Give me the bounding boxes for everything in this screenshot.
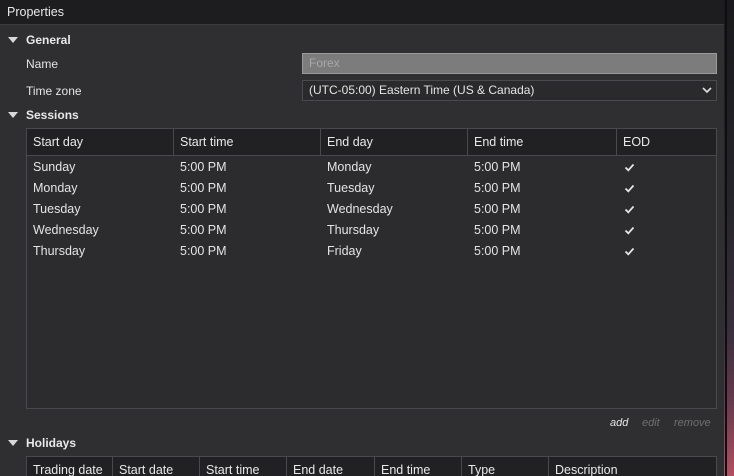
column-header-eod[interactable]: EOD bbox=[617, 129, 718, 156]
add-session-link[interactable]: add bbox=[610, 416, 628, 430]
column-header-start-day[interactable]: Start day bbox=[27, 129, 174, 156]
section-general-header[interactable]: General bbox=[0, 31, 71, 49]
panel-title: Properties bbox=[0, 0, 724, 25]
holidays-grid[interactable]: Trading date Start date Start time End d… bbox=[26, 456, 717, 476]
remove-session-link[interactable]: remove bbox=[674, 416, 711, 430]
table-row[interactable]: Monday 5:00 PM Tuesday 5:00 PM bbox=[27, 178, 716, 199]
collapse-triangle-icon[interactable] bbox=[8, 37, 18, 43]
sessions-grid[interactable]: Start day Start time End day End time EO… bbox=[26, 128, 717, 409]
column-header-start-time[interactable]: Start time bbox=[174, 129, 321, 156]
table-row[interactable]: Tuesday 5:00 PM Wednesday 5:00 PM bbox=[27, 199, 716, 220]
column-header-end-time[interactable]: End time bbox=[375, 457, 462, 476]
cell-end-day: Friday bbox=[327, 244, 362, 258]
edit-session-link[interactable]: edit bbox=[642, 416, 660, 430]
column-header-end-time[interactable]: End time bbox=[468, 129, 617, 156]
column-header-start-date[interactable]: Start date bbox=[113, 457, 200, 476]
cell-start-time: 5:00 PM bbox=[180, 181, 227, 195]
timezone-label: Time zone bbox=[26, 84, 82, 98]
collapse-triangle-icon[interactable] bbox=[8, 112, 18, 118]
column-header-trading-date[interactable]: Trading date bbox=[27, 457, 113, 476]
section-sessions-header[interactable]: Sessions bbox=[0, 106, 79, 124]
sessions-grid-header: Start day Start time End day End time EO… bbox=[27, 129, 716, 156]
section-holidays-label: Holidays bbox=[26, 436, 77, 450]
cell-start-time: 5:00 PM bbox=[180, 202, 227, 216]
cell-end-time: 5:00 PM bbox=[474, 202, 521, 216]
window-edge-line bbox=[725, 0, 727, 476]
timezone-select[interactable]: (UTC-05:00) Eastern Time (US & Canada) bbox=[302, 80, 717, 101]
table-row[interactable]: Sunday 5:00 PM Monday 5:00 PM bbox=[27, 157, 716, 178]
eod-checkbox[interactable] bbox=[624, 225, 635, 236]
column-header-start-time[interactable]: Start time bbox=[200, 457, 287, 476]
timezone-value: (UTC-05:00) Eastern Time (US & Canada) bbox=[309, 83, 535, 97]
section-general-label: General bbox=[26, 33, 71, 47]
cell-end-time: 5:00 PM bbox=[474, 181, 521, 195]
cell-end-time: 5:00 PM bbox=[474, 223, 521, 237]
cell-end-day: Thursday bbox=[327, 223, 380, 237]
cell-start-time: 5:00 PM bbox=[180, 160, 227, 174]
cell-end-time: 5:00 PM bbox=[474, 160, 521, 174]
eod-checkbox[interactable] bbox=[624, 246, 635, 257]
eod-checkbox[interactable] bbox=[624, 162, 635, 173]
cell-start-day: Wednesday bbox=[33, 223, 99, 237]
collapse-triangle-icon[interactable] bbox=[8, 440, 18, 446]
eod-checkbox[interactable] bbox=[624, 204, 635, 215]
cell-start-time: 5:00 PM bbox=[180, 244, 227, 258]
chevron-down-icon[interactable] bbox=[702, 85, 712, 95]
column-header-end-day[interactable]: End day bbox=[321, 129, 468, 156]
cell-start-day: Sunday bbox=[33, 160, 76, 174]
name-field[interactable]: Forex bbox=[302, 53, 717, 74]
properties-panel: Properties General Name Forex Time zone … bbox=[0, 0, 724, 476]
name-label: Name bbox=[26, 57, 59, 71]
section-sessions-label: Sessions bbox=[26, 108, 79, 122]
cell-start-day: Thursday bbox=[33, 244, 86, 258]
table-row[interactable]: Wednesday 5:00 PM Thursday 5:00 PM bbox=[27, 220, 716, 241]
column-header-description[interactable]: Description bbox=[549, 457, 718, 476]
window-edge-strip bbox=[724, 0, 734, 476]
cell-start-day: Monday bbox=[33, 181, 78, 195]
cell-end-time: 5:00 PM bbox=[474, 244, 521, 258]
cell-start-day: Tuesday bbox=[33, 202, 81, 216]
eod-checkbox[interactable] bbox=[624, 183, 635, 194]
cell-end-day: Wednesday bbox=[327, 202, 393, 216]
column-header-type[interactable]: Type bbox=[462, 457, 549, 476]
cell-end-day: Tuesday bbox=[327, 181, 375, 195]
column-header-end-date[interactable]: End date bbox=[287, 457, 375, 476]
section-holidays-header[interactable]: Holidays bbox=[0, 434, 76, 452]
cell-start-time: 5:00 PM bbox=[180, 223, 227, 237]
cell-end-day: Monday bbox=[327, 160, 372, 174]
table-row[interactable]: Thursday 5:00 PM Friday 5:00 PM bbox=[27, 241, 716, 262]
